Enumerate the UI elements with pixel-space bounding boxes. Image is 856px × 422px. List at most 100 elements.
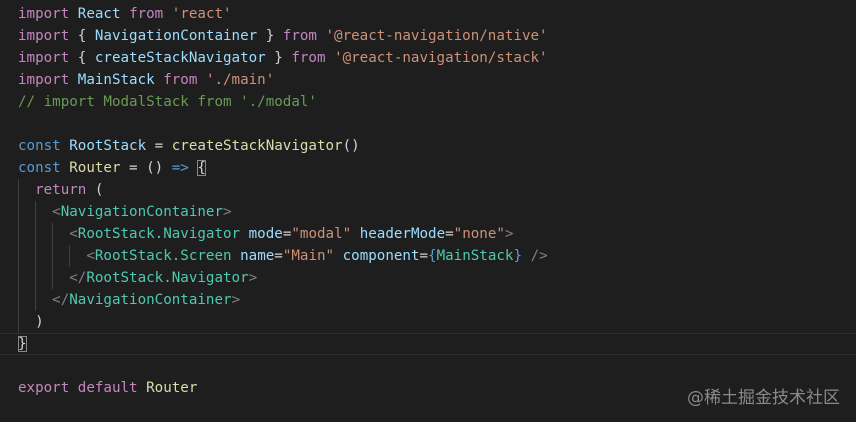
code-line[interactable] (0, 355, 856, 377)
code-token: => (171, 160, 189, 176)
indentation (18, 182, 35, 198)
indent-guide (35, 223, 37, 245)
indent-guide (52, 267, 54, 289)
code-line[interactable]: import MainStack from './main' (0, 69, 856, 91)
code-token: '@react-navigation/stack' (334, 50, 548, 66)
code-token: } (513, 248, 523, 264)
code-token: Router (146, 380, 198, 396)
code-line[interactable]: return ( (0, 179, 856, 201)
code-token: > (231, 292, 241, 308)
code-line[interactable]: } (0, 333, 856, 355)
indent-guide (18, 201, 19, 223)
code-editor[interactable]: import React from 'react' import { Naviga… (0, 0, 856, 422)
code-token: RootStack.Screen (94, 248, 232, 264)
code-token: } (265, 50, 292, 66)
code-token: from (129, 6, 164, 22)
code-line[interactable]: ) (0, 311, 856, 333)
code-token: return (35, 182, 87, 198)
code-token: </ (52, 292, 70, 308)
code-token: } (257, 28, 283, 44)
code-line[interactable]: <RootStack.Navigator mode = "modal" header… (0, 223, 856, 245)
code-token: > (248, 270, 258, 286)
code-line[interactable]: </RootStack.Navigator> (0, 267, 856, 289)
indent-guide (69, 245, 71, 267)
matched-bracket: } (18, 336, 27, 352)
code-token: () (342, 138, 360, 154)
code-token: import (18, 50, 70, 66)
code-token: component (342, 248, 420, 264)
code-line[interactable]: const Router = () => { (0, 157, 856, 179)
code-token: createStackNavigator (94, 50, 266, 66)
code-token: > (223, 204, 232, 220)
code-token: "modal" (291, 226, 352, 242)
indent-guide (18, 179, 19, 201)
code-token: const (18, 138, 61, 154)
code-token: "none" (453, 226, 505, 242)
code-token: from (163, 72, 198, 88)
indentation (18, 314, 35, 330)
code-line[interactable]: // import ModalStack from './modal' (0, 91, 856, 113)
code-token: ( (86, 182, 104, 198)
code-token: </ (69, 270, 87, 286)
code-token: '@react-navigation/native' (325, 28, 548, 44)
code-token: = (445, 226, 454, 242)
code-token: < (69, 226, 78, 242)
code-lines: import React from 'react' import { Naviga… (0, 3, 856, 399)
code-token: default (77, 380, 138, 396)
code-token: ) (35, 314, 44, 330)
code-token: name (240, 248, 275, 264)
code-token: RootStack (69, 138, 147, 154)
code-line[interactable]: </NavigationContainer> (0, 289, 856, 311)
code-line[interactable] (0, 113, 856, 135)
indent-guide (35, 201, 37, 223)
watermark: @稀土掘金技术社区 (687, 388, 840, 408)
code-token: export (18, 380, 70, 396)
code-token: 'react' (171, 6, 232, 22)
code-line[interactable]: const RootStack = createStackNavigator() (0, 135, 856, 157)
code-token: /> (530, 248, 548, 264)
code-line[interactable]: <RootStack.Screen name="Main" component=… (0, 245, 856, 267)
indent-guide (35, 289, 37, 311)
code-token: "Main" (282, 248, 335, 264)
indent-guide (18, 267, 19, 289)
code-token: const (18, 160, 61, 176)
code-token: NavigationContainer (60, 204, 224, 220)
code-token: = (274, 248, 283, 264)
code-line[interactable]: import { createStackNavigator } from '@r… (0, 47, 856, 69)
code-token: NavigationContainer (94, 28, 258, 44)
indent-guide (35, 267, 37, 289)
code-token: < (86, 248, 95, 264)
indent-guide (18, 289, 19, 311)
code-token: './main' (205, 72, 275, 88)
code-token: RootStack.Navigator (86, 270, 249, 286)
code-token: { (69, 28, 95, 44)
code-token: React (77, 6, 121, 22)
indent-guide (35, 245, 37, 267)
code-token: MainStack (436, 248, 514, 264)
code-token: Router (69, 160, 121, 176)
code-token: { (428, 248, 437, 264)
code-token: createStackNavigator (171, 138, 343, 154)
code-line[interactable]: <NavigationContainer> (0, 201, 856, 223)
code-line[interactable]: import { NavigationContainer } from '@re… (0, 25, 856, 47)
code-token: // import ModalStack from './modal' (18, 94, 317, 110)
code-token: from (291, 50, 326, 66)
indent-guide (52, 223, 54, 245)
code-token: mode (248, 226, 283, 242)
code-token: NavigationContainer (69, 292, 232, 308)
code-line[interactable]: import React from 'react' (0, 3, 856, 25)
matched-bracket: { (197, 160, 206, 176)
